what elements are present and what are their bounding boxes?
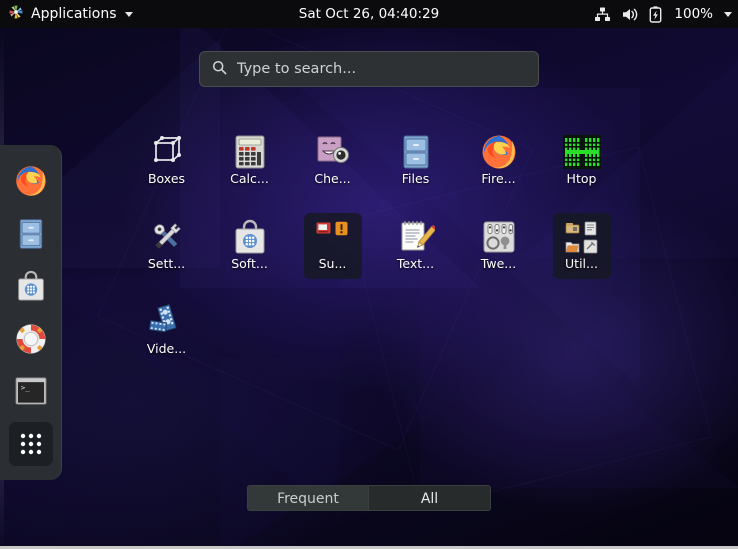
terminal-icon: >_	[15, 377, 47, 405]
app-label: Sett...	[147, 256, 186, 271]
dock-item-software[interactable]	[9, 264, 53, 308]
battery-charging-icon[interactable]	[649, 0, 662, 28]
cheese-webcam-icon	[312, 131, 354, 173]
xfce-pinwheel-icon	[8, 4, 24, 24]
app-item-settings[interactable]: Sett...	[138, 213, 196, 279]
folder-utilities-icon	[561, 216, 603, 258]
chevron-down-icon	[124, 11, 133, 17]
mini-icon-folder	[565, 238, 581, 254]
tab-all[interactable]: All	[368, 485, 491, 511]
dock-item-firefox[interactable]	[9, 159, 53, 203]
app-label: Calc...	[230, 171, 269, 186]
app-label: Su...	[318, 256, 347, 271]
file-cabinet-icon	[395, 131, 437, 173]
videos-film-icon	[146, 301, 188, 343]
app-item-tweaks[interactable]: Twe...	[470, 213, 528, 279]
software-bag-icon	[18, 271, 44, 301]
firefox-icon	[16, 166, 46, 196]
htop-icon	[561, 131, 603, 173]
app-item-calculator[interactable]: Calc...	[221, 128, 279, 194]
settings-tools-icon	[146, 216, 188, 258]
mini-icon-archive	[565, 220, 581, 236]
app-item-boxes[interactable]: Boxes	[138, 128, 196, 194]
app-item-cheese[interactable]: Che...	[304, 128, 362, 194]
file-cabinet-icon	[19, 218, 43, 249]
app-item-firefox[interactable]: Fire...	[470, 128, 528, 194]
wired-network-icon[interactable]	[594, 0, 611, 28]
search-input[interactable]: Type to search...	[199, 51, 539, 87]
mini-icon-warning	[334, 220, 350, 236]
app-label: Text...	[396, 256, 435, 271]
application-grid: Boxes Calc... Che... Files Fire... Htop …	[125, 126, 625, 381]
app-label: Twe...	[480, 256, 517, 271]
app-folder-utilities[interactable]: Util...	[552, 213, 611, 279]
dock-item-terminal[interactable]: >_	[9, 369, 53, 413]
mini-icon-display	[316, 220, 332, 236]
boxes-icon	[146, 131, 188, 173]
view-tabs: Frequent All	[247, 485, 491, 511]
system-tray: 100%	[594, 0, 732, 28]
desktop-screen: Applications Sat Oct 26, 04:40:29 100% T…	[0, 0, 738, 549]
app-label: Boxes	[147, 171, 186, 186]
mini-icon-document	[583, 220, 599, 236]
text-editor-icon	[395, 216, 437, 258]
dock-item-files[interactable]	[9, 212, 53, 256]
app-label: Soft...	[231, 256, 268, 271]
tweaks-icon	[478, 216, 520, 258]
lifebuoy-help-icon	[16, 324, 46, 354]
applications-menu-label: Applications	[31, 6, 117, 22]
firefox-icon	[478, 131, 520, 173]
app-label: Htop	[566, 171, 597, 186]
app-item-text-editor[interactable]: Text...	[387, 213, 445, 279]
search-placeholder: Type to search...	[237, 61, 357, 77]
app-label: Vide...	[146, 341, 187, 356]
app-folder-system[interactable]: Su...	[303, 213, 362, 279]
app-label: Che...	[314, 171, 351, 186]
tab-frequent[interactable]: Frequent	[247, 485, 368, 511]
applications-menu-button[interactable]: Applications	[0, 0, 142, 28]
app-item-files[interactable]: Files	[387, 128, 445, 194]
favorites-dock: >_	[0, 145, 62, 480]
app-label: Util...	[565, 256, 598, 271]
svg-text:>_: >_	[21, 383, 30, 392]
calculator-icon	[229, 131, 271, 173]
chevron-down-icon[interactable]	[724, 11, 732, 17]
dock-item-help[interactable]	[9, 317, 53, 361]
mini-icon-tool	[583, 238, 599, 254]
app-item-htop[interactable]: Htop	[553, 128, 611, 194]
app-item-software[interactable]: Soft...	[221, 213, 279, 279]
top-panel: Applications Sat Oct 26, 04:40:29 100%	[0, 0, 738, 28]
software-bag-icon	[229, 216, 271, 258]
app-label: Files	[401, 171, 430, 186]
app-grid-icon	[20, 433, 42, 455]
search-icon	[212, 60, 227, 79]
dock-item-show-applications[interactable]	[9, 421, 53, 466]
app-label: Fire...	[481, 171, 516, 186]
folder-system-icon	[312, 216, 354, 258]
app-item-videos[interactable]: Vide...	[138, 298, 196, 364]
speaker-volume-icon[interactable]	[621, 0, 639, 28]
battery-percent-label: 100%	[674, 6, 713, 22]
